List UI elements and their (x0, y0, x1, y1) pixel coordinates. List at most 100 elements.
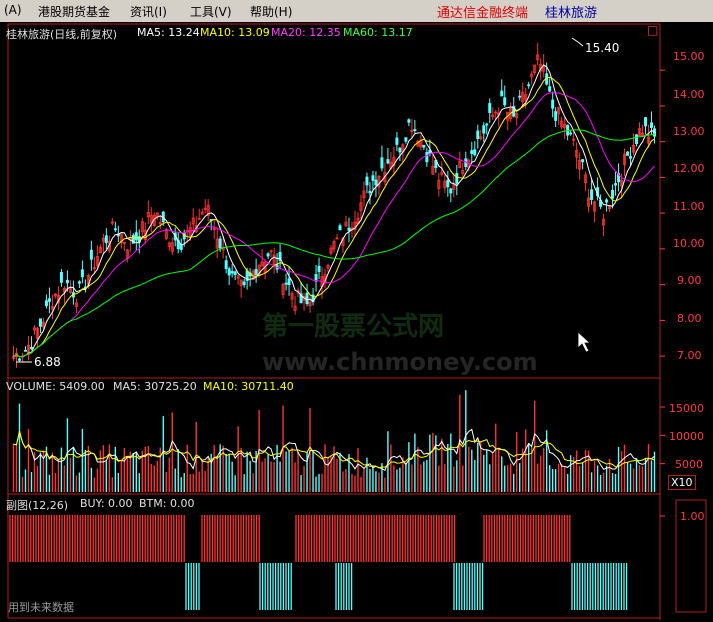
candle-body (134, 232, 138, 241)
volume-tick: 10000 (669, 430, 704, 443)
price-tick: 14.00 (673, 88, 705, 101)
candle-body (407, 119, 411, 123)
candle-body (371, 175, 375, 181)
candle-body (317, 265, 321, 272)
candle-body (635, 134, 639, 145)
candle-body (395, 137, 399, 145)
candle-body (488, 103, 492, 113)
candle-body (230, 271, 234, 274)
low-marker: 6.88 (34, 355, 61, 369)
candle-body (386, 159, 390, 164)
candle-body (605, 199, 609, 203)
candle-body (38, 318, 42, 327)
ma10-label: MA10: 13.09 (200, 26, 270, 39)
sub-tick: 1.00 (680, 510, 705, 523)
watermark-title: 第一股票公式网 (262, 312, 445, 342)
ma20-label: MA20: 12.35 (271, 26, 341, 39)
menu-item-tools[interactable]: 工具(V) (190, 3, 232, 20)
candle-body (485, 123, 489, 126)
candle-body (581, 159, 585, 163)
price-tick: 15.00 (673, 50, 705, 63)
volume-label: VOLUME: 5409.00 (6, 380, 105, 393)
volume-ma10-label: MA10: 30711.40 (203, 380, 294, 393)
stock-name: 桂林旅游 (545, 6, 598, 21)
price-tick: 8.00 (677, 312, 702, 325)
candle-body (380, 157, 384, 169)
candle-body (347, 227, 351, 231)
candle-body (644, 117, 648, 127)
high-marker: 15.40 (585, 41, 620, 55)
candle-body (365, 176, 369, 186)
candle-body (548, 86, 552, 92)
candle-body (518, 95, 522, 98)
sub-panel-title: 副图(12,26) (6, 499, 69, 512)
app-brand: 通达信金融终端 (437, 6, 529, 21)
candle-body (569, 132, 573, 135)
candle-body (305, 292, 309, 305)
menu-item-help[interactable]: 帮助(H) (250, 3, 292, 20)
candle-body (113, 228, 117, 231)
menu-item-a[interactable]: (A) (4, 3, 22, 17)
candle-body (473, 149, 477, 156)
candle-body (104, 235, 108, 243)
candle-body (374, 179, 378, 186)
price-tick: 7.00 (677, 349, 702, 362)
candle-body (503, 97, 507, 106)
candle-body (23, 349, 27, 352)
candle-body (470, 150, 474, 154)
volume-tick: 5000 (675, 458, 703, 471)
candle-body (284, 282, 288, 285)
corner-box-icon[interactable]: □ (647, 23, 658, 37)
candle-body (59, 271, 63, 283)
candle-body (404, 137, 408, 142)
chart-area[interactable]: 桂林旅游(日线,前复权) MA5: 13.24 MA10: 13.09 MA20… (0, 22, 713, 622)
menu-item-hk-futures-funds[interactable]: 港股期货基金 (38, 3, 110, 20)
candle-body (629, 156, 633, 159)
volume-unit-badge[interactable]: X10 (668, 475, 696, 490)
price-tick: 12.00 (673, 162, 705, 175)
candle-body (554, 111, 558, 121)
candle-body (653, 128, 657, 137)
candle-body (614, 183, 618, 186)
candle-body (425, 151, 429, 163)
candle-body (242, 281, 246, 285)
price-tick: 13.00 (673, 125, 705, 138)
candle-body (482, 125, 486, 134)
candle-body (476, 130, 480, 140)
volume-ma5-label: MA5: 30725.20 (113, 380, 197, 393)
candle-body (446, 179, 450, 188)
candle-body (17, 358, 21, 361)
candle-body (500, 90, 504, 97)
candle-body (650, 122, 654, 128)
menu-bar: (A) 港股期货基金 资讯(I) 工具(V) 帮助(H) 通达信金融终端 桂林旅… (0, 0, 713, 23)
candle-body (233, 271, 237, 275)
volume-tick: 15000 (669, 402, 704, 415)
candle-body (65, 279, 69, 284)
menu-item-news[interactable]: 资讯(I) (130, 3, 167, 20)
price-panel-title: 桂林旅游(日线,前复权) (6, 28, 118, 41)
candle-body (266, 253, 270, 257)
ma5-label: MA5: 13.24 (137, 26, 200, 39)
candle-body (527, 84, 531, 87)
candle-body (449, 188, 453, 194)
candle-body (227, 268, 231, 276)
candle-body (590, 189, 594, 200)
candle-body (218, 238, 222, 249)
price-tick: 10.00 (673, 237, 705, 250)
candle-body (422, 144, 426, 148)
candle-body (44, 300, 48, 307)
candle-body (254, 269, 258, 276)
watermark-url: www.chnmoney.com (262, 348, 538, 376)
candle-body (29, 347, 33, 350)
candle-body (413, 129, 417, 131)
candle-body (89, 249, 93, 260)
candle-body (80, 269, 84, 278)
ma60-label: MA60: 13.17 (343, 26, 413, 39)
future-data-note: 用到未来数据 (8, 601, 74, 614)
candle-body (551, 99, 555, 109)
btm-label: BTM: 0.00 (139, 497, 195, 510)
candle-body (455, 173, 459, 184)
candle-body (287, 278, 291, 286)
candle-body (224, 260, 228, 269)
candle-body (611, 189, 615, 199)
